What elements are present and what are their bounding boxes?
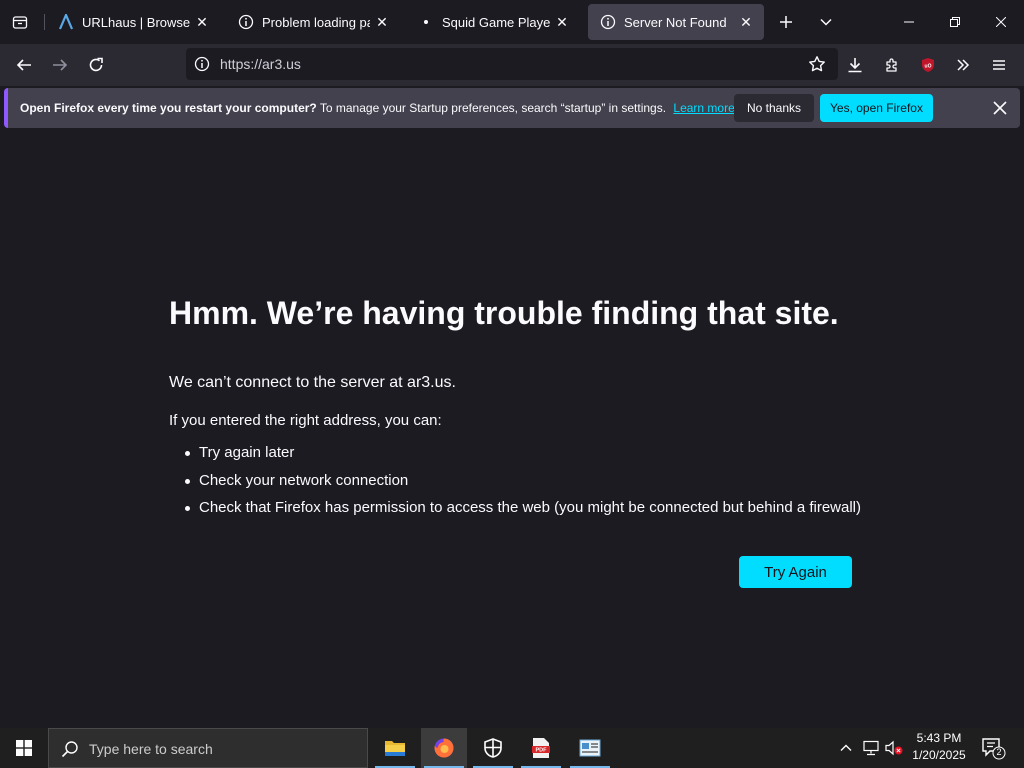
tab-squid-game[interactable]: Squid Game Player 456 ✕	[406, 4, 580, 40]
tab-title: Squid Game Player 456	[442, 14, 550, 30]
minimize-icon	[904, 21, 914, 23]
close-tab-icon[interactable]: ✕	[190, 10, 214, 34]
back-button[interactable]	[9, 50, 39, 80]
tab-title: URLhaus | Browse	[82, 14, 190, 30]
close-icon	[993, 101, 1007, 115]
close-icon	[996, 17, 1006, 27]
learn-more-link[interactable]: Learn more	[673, 101, 734, 115]
chevron-up-icon	[840, 744, 852, 751]
svg-text:uO: uO	[925, 64, 932, 70]
urlhaus-favicon-icon	[58, 14, 74, 30]
download-icon	[848, 58, 862, 73]
notification-text: To manage your Startup preferences, sear…	[319, 101, 667, 115]
tab-strip: URLhaus | Browse ✕ Problem loading page …	[0, 0, 1024, 44]
network-status-button[interactable]	[862, 740, 880, 756]
puzzle-icon	[886, 58, 897, 72]
taskbar-file-explorer[interactable]	[372, 728, 418, 768]
volume-muted-icon	[885, 740, 903, 756]
close-notification-button[interactable]	[988, 96, 1012, 120]
minimize-button[interactable]	[886, 0, 932, 44]
app-menu-button[interactable]	[984, 50, 1014, 80]
notification-count: 2	[996, 747, 1002, 757]
url-bar[interactable]: https://ar3.us	[186, 48, 838, 80]
firefox-view-button[interactable]	[4, 6, 36, 38]
info-icon	[238, 14, 254, 30]
clock-time: 5:43 PM	[916, 731, 962, 745]
tab-server-not-found[interactable]: Server Not Found ✕	[588, 4, 764, 40]
double-chevron-right-icon	[957, 59, 970, 71]
try-again-button[interactable]: Try Again	[739, 556, 852, 588]
suggestion-item: Try again later	[185, 444, 861, 472]
search-icon	[61, 740, 79, 763]
reload-button[interactable]	[81, 50, 111, 80]
close-tab-icon[interactable]: ✕	[550, 10, 574, 34]
suggestion-item: Check your network connection	[185, 472, 861, 500]
error-page: Hmm. We’re having trouble finding that s…	[0, 130, 1024, 728]
restore-icon	[950, 17, 960, 27]
error-title: Hmm. We’re having trouble finding that s…	[169, 295, 839, 331]
close-tab-icon[interactable]: ✕	[734, 10, 758, 34]
tab-urlhaus[interactable]: URLhaus | Browse ✕	[46, 4, 220, 40]
close-tab-icon[interactable]: ✕	[370, 10, 394, 34]
default-browser-notification: Open Firefox every time you restart your…	[4, 88, 1020, 128]
shield-icon	[484, 738, 502, 758]
taskbar-search-box[interactable]: Type here to search	[48, 728, 368, 768]
bookmark-star-icon[interactable]	[808, 55, 826, 78]
notification-message: Open Firefox every time you restart your…	[20, 101, 735, 115]
reload-icon	[89, 57, 103, 72]
show-hidden-icons-button[interactable]	[838, 740, 854, 756]
taskbar-security[interactable]	[470, 728, 516, 768]
clock-date: 1/20/2025	[912, 748, 966, 762]
yes-open-firefox-button[interactable]: Yes, open Firefox	[820, 94, 933, 122]
forward-arrow-icon	[53, 59, 68, 71]
no-thanks-button[interactable]: No thanks	[734, 94, 814, 122]
url-text[interactable]: https://ar3.us	[220, 56, 301, 72]
search-placeholder: Type here to search	[89, 741, 213, 757]
tab-title: Problem loading page	[262, 14, 370, 30]
folder-icon	[385, 741, 405, 756]
svg-text:PDF: PDF	[536, 748, 548, 754]
error-subtitle: We can’t connect to the server at ar3.us…	[169, 374, 456, 391]
forward-button[interactable]	[45, 50, 75, 80]
ublock-shield-icon: uO	[922, 58, 934, 72]
site-info-icon[interactable]	[194, 56, 210, 77]
firefox-icon	[434, 738, 454, 758]
firefox-view-icon	[12, 16, 28, 29]
action-center-button[interactable]: 2	[980, 736, 1006, 760]
window-app-icon	[579, 739, 601, 757]
list-all-tabs-button[interactable]	[812, 8, 840, 36]
taskbar: Type here to search PDF 5:43 PM 1/20/202…	[0, 728, 1024, 768]
plus-icon	[780, 16, 792, 28]
suggestion-item: Check that Firefox has permission to acc…	[185, 499, 861, 527]
overflow-button[interactable]	[948, 50, 978, 80]
tab-problem-loading[interactable]: Problem loading page ✕	[226, 4, 400, 40]
hamburger-menu-icon	[993, 60, 1005, 70]
chevron-down-icon	[820, 18, 832, 26]
tab-title: Server Not Found	[624, 14, 727, 30]
network-icon	[863, 740, 879, 756]
extensions-button[interactable]	[877, 50, 907, 80]
tab-separator	[44, 14, 45, 30]
error-hint: If you entered the right address, you ca…	[169, 412, 442, 429]
navigation-toolbar: https://ar3.us uO	[0, 44, 1024, 86]
notification-bold-text: Open Firefox every time you restart your…	[20, 101, 317, 115]
loading-dot-icon	[418, 14, 434, 30]
downloads-button[interactable]	[840, 50, 870, 80]
system-clock[interactable]: 5:43 PM 1/20/2025	[906, 730, 972, 764]
taskbar-firefox[interactable]	[421, 728, 467, 768]
windows-logo-icon	[16, 740, 32, 756]
back-arrow-icon	[16, 59, 31, 71]
close-window-button[interactable]	[978, 0, 1024, 44]
ublock-origin-button[interactable]: uO	[913, 50, 943, 80]
start-button[interactable]	[0, 728, 48, 768]
pdf-icon: PDF	[532, 738, 550, 758]
suggestion-list: Try again later Check your network conne…	[185, 444, 861, 527]
volume-button[interactable]	[884, 740, 904, 756]
info-icon	[600, 14, 616, 30]
restore-button[interactable]	[932, 0, 978, 44]
taskbar-news-app[interactable]	[567, 728, 613, 768]
new-tab-button[interactable]	[772, 8, 800, 36]
taskbar-pdf-reader[interactable]: PDF	[518, 728, 564, 768]
